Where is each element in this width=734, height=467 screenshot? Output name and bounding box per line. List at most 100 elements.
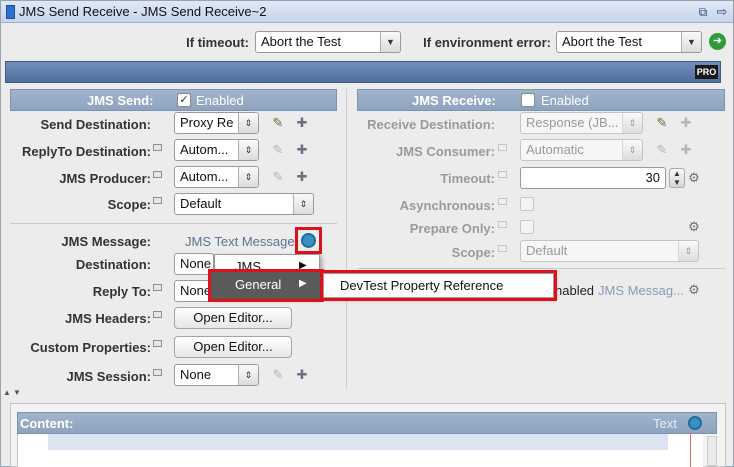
- jms-send-title: JMS Send:: [87, 93, 154, 108]
- jms-headers-label: JMS Headers:: [65, 311, 151, 326]
- add-resource-icon: ✚: [680, 142, 692, 157]
- property-marker-icon: [153, 340, 162, 347]
- custom-properties-label: Custom Properties:: [30, 340, 151, 355]
- gear-icon[interactable]: [688, 416, 702, 430]
- jms-consumer-select: Automatic ⇕: [520, 139, 643, 161]
- popout-window-icon[interactable]: ⇨: [714, 4, 730, 20]
- jms-message-label: JMS Message:: [61, 234, 151, 249]
- if-env-error-select[interactable]: Abort the Test ▼: [556, 31, 702, 53]
- property-marker-icon: [498, 245, 507, 252]
- add-resource-icon: ✚: [680, 115, 692, 130]
- reply-to-value: None: [180, 283, 212, 298]
- edit-pencil-icon[interactable]: ✎: [653, 114, 671, 132]
- add-resource-icon[interactable]: ✚: [293, 366, 311, 384]
- updown-icon: ⇕: [678, 241, 698, 261]
- send-scope-label: Scope:: [107, 197, 151, 212]
- content-panel: Content: Text: [10, 403, 726, 467]
- jms-producer-select[interactable]: Autom... ⇕: [174, 166, 259, 188]
- chevron-down-icon: ▼: [681, 32, 701, 52]
- property-marker-icon: [153, 144, 162, 151]
- jms-receive-enabled-label: Enabled: [541, 93, 589, 108]
- if-timeout-label: If timeout:: [186, 35, 249, 50]
- jms-send-enabled-checkbox[interactable]: ✓: [177, 93, 191, 107]
- prepare-only-label: Prepare Only:: [409, 221, 495, 236]
- if-timeout-select[interactable]: Abort the Test ▼: [255, 31, 401, 53]
- chevron-down-icon: ▼: [380, 32, 400, 52]
- updown-icon: ⇕: [238, 113, 258, 133]
- step-icon: [6, 5, 15, 19]
- destination-value: None: [180, 256, 212, 271]
- content-editor[interactable]: [17, 434, 703, 467]
- replyto-destination-select[interactable]: Autom... ⇕: [174, 139, 259, 161]
- receive-scope-label: Scope:: [451, 245, 495, 260]
- add-resource-icon[interactable]: ✚: [293, 114, 311, 132]
- gear-icon[interactable]: ⚙: [685, 281, 703, 299]
- collapse-down-icon[interactable]: ▼: [13, 388, 21, 397]
- send-scope-select[interactable]: Default ⇕: [174, 193, 314, 215]
- restore-window-icon[interactable]: ⧉: [695, 4, 711, 20]
- edit-resource-icon: ✎: [272, 367, 284, 382]
- send-scope-value: Default: [180, 196, 222, 211]
- content-title: Content:: [20, 416, 74, 431]
- send-destination-value: Proxy Re: [180, 115, 234, 130]
- if-timeout-value: Abort the Test: [261, 34, 341, 49]
- prepare-only-checkbox: [520, 220, 534, 234]
- content-header: Content: Text: [17, 412, 717, 434]
- jms-consumer-label: JMS Consumer:: [396, 144, 495, 159]
- replyto-destination-label: ReplyTo Destination:: [21, 144, 151, 159]
- jms-headers-open-editor-button[interactable]: Open Editor...: [174, 307, 292, 329]
- if-env-error-label: If environment error:: [423, 35, 551, 50]
- edit-resource-icon: ✎: [272, 142, 284, 157]
- property-marker-icon: [153, 171, 162, 178]
- property-marker-icon: [153, 197, 162, 204]
- pro-banner: PRO: [5, 61, 721, 83]
- if-env-error-value: Abort the Test: [562, 34, 642, 49]
- destination-label: Destination:: [75, 257, 151, 272]
- asynchronous-checkbox: [520, 197, 534, 211]
- send-destination-select[interactable]: Proxy Re ⇕: [174, 112, 259, 134]
- gear-icon[interactable]: ⚙: [685, 169, 703, 187]
- edit-resource-icon: ✎: [272, 169, 284, 184]
- reply-to-label: Reply To:: [92, 284, 151, 299]
- gear-icon[interactable]: ⚙: [685, 218, 703, 236]
- jms-send-header: JMS Send: ✓ Enabled: [10, 89, 337, 111]
- receive-message-enabled-label: nabled: [555, 283, 595, 298]
- jms-send-enabled-label: Enabled: [196, 93, 244, 108]
- receive-scope-value: Default: [526, 243, 568, 258]
- property-marker-icon: [153, 311, 162, 318]
- collapse-up-icon[interactable]: ▲: [3, 388, 11, 397]
- property-marker-icon: [498, 144, 507, 151]
- vertical-scrollbar[interactable]: [707, 436, 717, 466]
- custom-properties-open-editor-button[interactable]: Open Editor...: [174, 336, 292, 358]
- jms-producer-value: Autom...: [180, 169, 229, 184]
- window-title: JMS Send Receive - JMS Send Receive~2: [19, 4, 267, 19]
- jms-message-link[interactable]: JMS Text Message: [185, 234, 295, 249]
- property-marker-icon: [153, 369, 162, 376]
- jms-session-select[interactable]: None ⇕: [174, 364, 259, 386]
- updown-icon: ⇕: [622, 140, 642, 160]
- add-resource-icon[interactable]: ✚: [293, 168, 311, 186]
- timeout-value: 30: [645, 170, 660, 185]
- jms-producer-label: JMS Producer:: [59, 171, 151, 186]
- jms-send-receive-window: JMS Send Receive - JMS Send Receive~2 ⧉ …: [0, 0, 734, 467]
- receive-message-link[interactable]: JMS Messag...: [598, 283, 684, 298]
- content-type-label: Text: [653, 416, 677, 431]
- jms-receive-header: JMS Receive: Enabled: [357, 89, 725, 111]
- jms-receive-enabled-checkbox[interactable]: [521, 93, 535, 107]
- edit-pencil-icon[interactable]: ✎: [269, 114, 287, 132]
- receive-destination-select: Response (JB... ⇕: [520, 112, 643, 134]
- send-separator: [10, 223, 337, 224]
- property-marker-icon: [498, 221, 507, 228]
- panel-splitter[interactable]: [346, 89, 347, 389]
- highlight-general-box: [208, 269, 324, 302]
- add-resource-icon[interactable]: ✚: [293, 141, 311, 159]
- timeout-spinner[interactable]: ▲ ▼: [669, 168, 685, 188]
- replyto-destination-value: Autom...: [180, 142, 229, 157]
- property-marker-icon: [153, 284, 162, 291]
- receive-destination-value: Response (JB...: [526, 115, 619, 130]
- next-step-go-icon[interactable]: ➔: [709, 33, 726, 50]
- jms-session-label: JMS Session:: [66, 369, 151, 384]
- edit-resource-icon: ✎: [656, 142, 668, 157]
- receive-scope-select: Default ⇕: [520, 240, 699, 262]
- timeout-input[interactable]: 30: [520, 167, 666, 189]
